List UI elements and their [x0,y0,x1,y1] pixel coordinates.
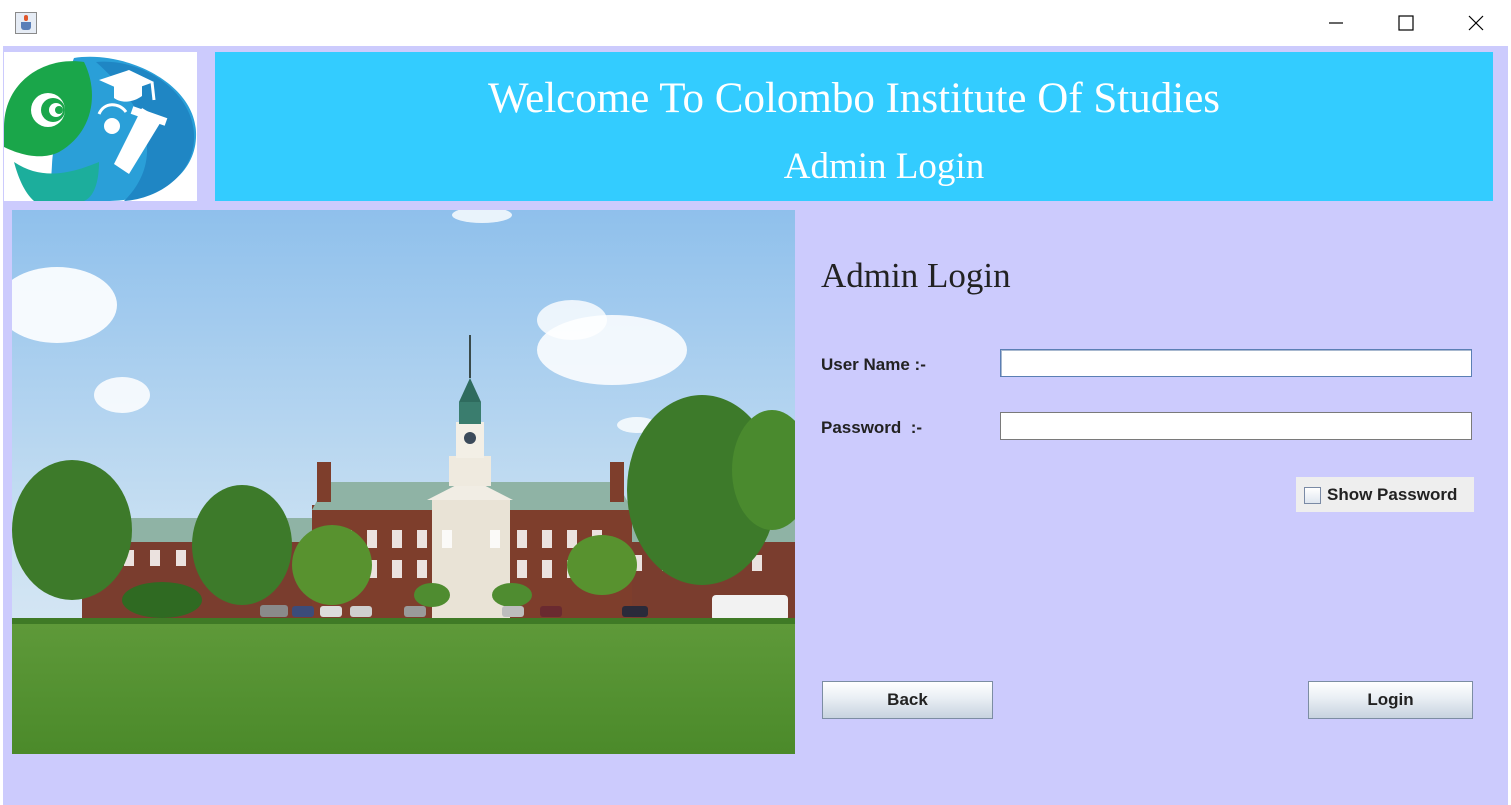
institute-logo [4,52,197,201]
password-label: Password :- [821,418,923,437]
maximize-icon [1398,15,1414,31]
graduation-cap-logo-icon [4,52,197,201]
login-button[interactable]: Login [1308,681,1473,719]
close-button[interactable] [1441,0,1511,46]
banner-title: Welcome To Colombo Institute Of Studies [487,75,1221,122]
minimize-button[interactable] [1301,0,1371,46]
maximize-button[interactable] [1371,0,1441,46]
window-titlebar [0,0,1511,46]
campus-photo [12,210,795,754]
show-password-checkbox[interactable] [1304,487,1321,504]
password-input[interactable] [1000,412,1472,440]
banner-subtitle: Admin Login [783,146,985,187]
close-icon [1468,15,1484,31]
username-label: User Name :- [821,355,926,374]
java-app-icon[interactable] [15,12,37,34]
welcome-banner: Welcome To Colombo Institute Of Studies … [215,52,1493,201]
show-password-label: Show Password [1327,485,1458,504]
username-input[interactable] [1000,349,1472,377]
login-heading: Admin Login [821,256,1011,295]
show-password-toggle[interactable]: Show Password [1296,477,1474,512]
minimize-icon [1329,22,1343,24]
back-button[interactable]: Back [822,681,993,719]
